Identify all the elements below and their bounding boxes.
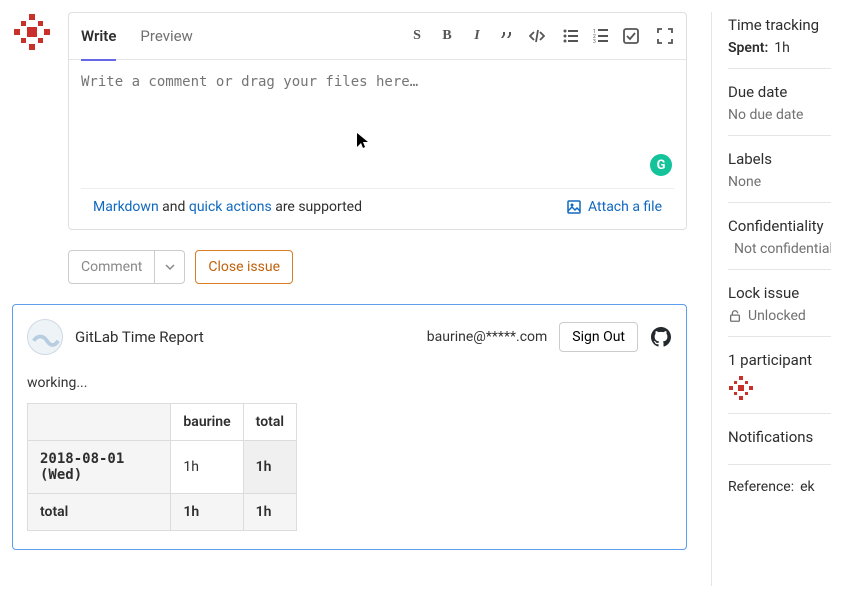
grammarly-icon[interactable]: G [650,154,672,176]
labels-value: None [728,174,831,190]
table-header-row: baurine total [28,404,297,441]
time-report-table: baurine total 2018-08-01 (Wed) 1h 1h tot… [27,403,297,531]
report-email: baurine@*****.com [427,329,548,345]
user-avatar [12,12,52,52]
lock-value: Unlocked [728,308,831,324]
confidentiality-value: Not confidential [728,241,831,257]
confidentiality-title: Confidentiality [728,217,831,235]
time-report-panel: GitLab Time Report baurine@*****.com Sig… [12,304,687,550]
lock-title: Lock issue [728,284,831,302]
markdown-link[interactable]: Markdown [93,199,159,215]
quick-actions-link[interactable]: quick actions [189,199,272,215]
time-spent-row: Spent: 1h [728,40,831,56]
fullscreen-icon[interactable] [656,27,674,45]
ul-icon[interactable] [562,27,580,45]
participant-avatar[interactable] [728,375,754,401]
comment-box: Write Preview S B I 123 [68,12,687,230]
time-tracking-title: Time tracking [728,16,831,34]
comment-button[interactable]: Comment [68,250,155,284]
attach-file-button[interactable]: Attach a file [566,199,662,215]
table-row: 2018-08-01 (Wed) 1h 1h [28,441,297,494]
issue-sidebar: Time tracking Spent: 1h Due date No due … [711,12,831,586]
strike-icon[interactable]: S [408,27,426,45]
report-status: working... [27,375,672,391]
due-date-title: Due date [728,83,831,101]
quote-icon[interactable] [498,27,516,45]
sign-out-button[interactable]: Sign Out [559,322,638,352]
tab-preview[interactable]: Preview [140,13,192,59]
github-icon[interactable] [650,326,672,348]
tab-write[interactable]: Write [81,13,116,59]
svg-text:3: 3 [593,39,596,44]
task-icon[interactable] [622,27,640,45]
report-avatar [27,319,63,355]
notifications-title[interactable]: Notifications [728,428,831,446]
code-icon[interactable] [528,27,546,45]
labels-title: Labels [728,150,831,168]
report-title: GitLab Time Report [75,328,204,346]
editor-toolbar: S B I 123 [408,27,674,45]
close-issue-button[interactable]: Close issue [195,250,293,284]
lock-open-icon [728,309,742,323]
due-date-value: No due date [728,107,831,123]
participants-title: 1 participant [728,351,831,369]
markdown-hint: Markdown and quick actions are supported [93,199,362,215]
ol-icon[interactable]: 123 [592,27,610,45]
table-total-row: total 1h 1h [28,494,297,531]
reference-row: Reference: ek [728,479,831,495]
comment-dropdown-toggle[interactable] [155,250,185,284]
comment-tabs: Write Preview [81,13,193,59]
comment-textarea[interactable] [81,74,674,174]
comment-button-group: Comment [68,250,185,284]
bold-icon[interactable]: B [438,27,456,45]
chevron-down-icon [165,262,175,272]
italic-icon[interactable]: I [468,27,486,45]
